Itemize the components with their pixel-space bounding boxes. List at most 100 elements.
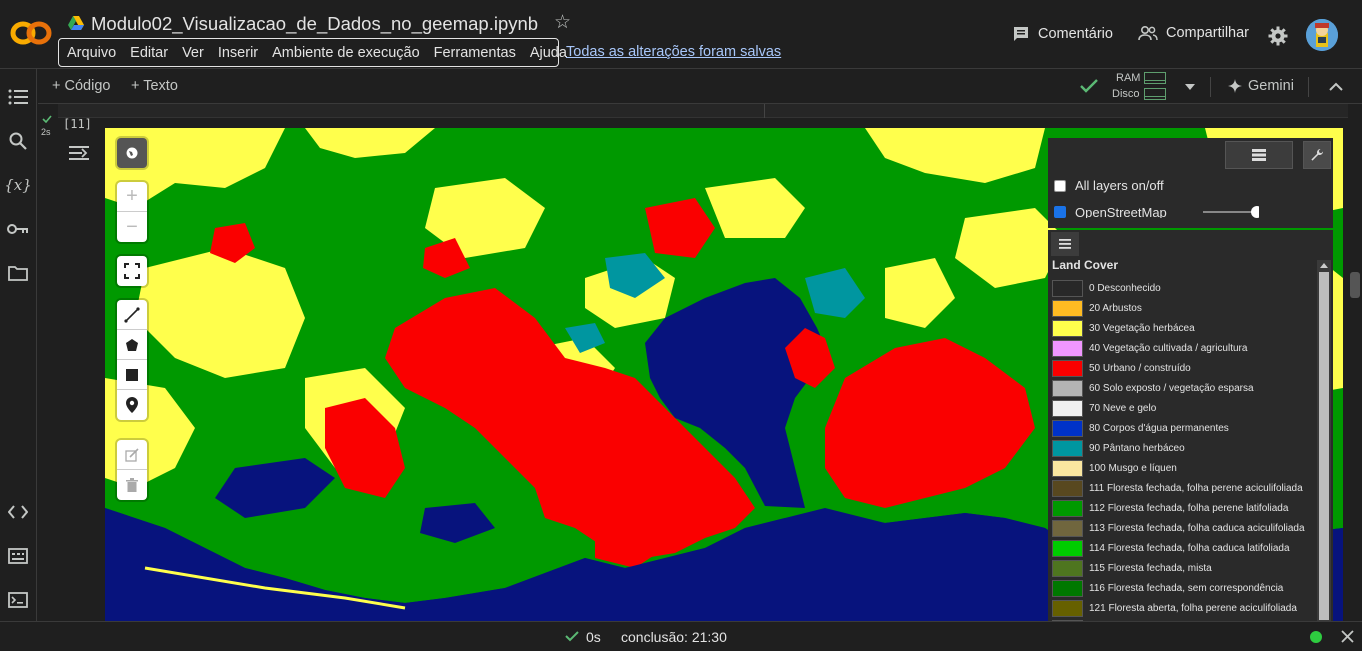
- run-success-check-icon: [42, 115, 52, 123]
- share-label: Compartilhar: [1166, 25, 1249, 41]
- menu-ajuda[interactable]: Ajuda: [530, 45, 567, 61]
- zoom-out-button[interactable]: −: [117, 212, 147, 242]
- share-button[interactable]: Compartilhar: [1138, 25, 1249, 41]
- legend-item: 116 Floresta fechada, sem correspondênci…: [1052, 578, 1322, 598]
- people-icon: [1138, 25, 1158, 41]
- terminal-icon[interactable]: [7, 589, 29, 611]
- comment-button[interactable]: Comentário: [1012, 25, 1113, 43]
- chevron-down-icon[interactable]: [1184, 83, 1196, 91]
- star-icon[interactable]: ☆: [554, 13, 571, 32]
- zoom-in-button[interactable]: +: [117, 182, 147, 212]
- toolbar-divider: [1210, 77, 1211, 97]
- menu-editar[interactable]: Editar: [130, 45, 168, 61]
- toolbar-wrench-button[interactable]: [1303, 141, 1331, 169]
- collapse-chevron-icon[interactable]: [1329, 82, 1343, 91]
- disk-usage-bar[interactable]: [1144, 88, 1166, 100]
- legend-label: 30 Vegetação herbácea: [1089, 322, 1195, 334]
- legend-swatch: [1052, 299, 1083, 317]
- left-sidebar: {x}: [0, 69, 37, 621]
- legend-item: 115 Floresta fechada, mista: [1052, 558, 1322, 578]
- legend-title: Land Cover: [1052, 258, 1119, 272]
- legend-scroll-thumb[interactable]: [1319, 272, 1329, 620]
- menu-ver[interactable]: Ver: [182, 45, 204, 61]
- legend-label: 115 Floresta fechada, mista: [1089, 562, 1212, 574]
- wrench-icon: [1311, 148, 1323, 161]
- comment-icon: [1014, 27, 1028, 41]
- legend-item: 0 Desconhecido: [1052, 278, 1322, 298]
- legend-scrollbar[interactable]: [1317, 260, 1331, 621]
- google-drive-icon: [68, 16, 84, 30]
- search-icon[interactable]: [7, 130, 29, 152]
- menu-arquivo[interactable]: Arquivo: [67, 45, 116, 61]
- legend-item: 114 Floresta fechada, folha caduca latif…: [1052, 538, 1322, 558]
- legend-menu-button[interactable]: [1051, 232, 1079, 256]
- legend-item: 30 Vegetação herbácea: [1052, 318, 1322, 338]
- legend-label: 113 Floresta fechada, folha caduca acicu…: [1089, 522, 1305, 534]
- draw-marker-button[interactable]: [117, 390, 147, 420]
- map-view[interactable]: + − All layers on/off OpenStreetMap Land…: [105, 128, 1343, 621]
- notebook-scrollbar-thumb[interactable]: [1350, 272, 1360, 298]
- layers-toggle-button[interactable]: [1225, 141, 1293, 169]
- table-of-contents-icon[interactable]: [7, 86, 29, 108]
- status-bar: 0s conclusão: 21:30: [0, 621, 1362, 651]
- add-text-button[interactable]: + Texto: [131, 78, 178, 94]
- legend-swatch: [1052, 379, 1083, 397]
- edit-layers-button[interactable]: [117, 440, 147, 470]
- legend-swatch: [1052, 499, 1083, 517]
- connection-status-dot: [1310, 631, 1322, 643]
- rectangle-icon: [126, 368, 138, 381]
- ram-label: RAM: [1116, 72, 1141, 84]
- legend-label: 60 Solo exposto / vegetação esparsa: [1089, 382, 1254, 394]
- draw-rectangle-button[interactable]: [117, 360, 147, 390]
- folder-icon[interactable]: [7, 262, 29, 284]
- command-palette-icon[interactable]: [7, 545, 29, 567]
- legend-swatch: [1052, 339, 1083, 357]
- delete-layers-button[interactable]: [117, 470, 147, 500]
- notebook-title[interactable]: Modulo02_Visualizacao_de_Dados_no_geemap…: [91, 13, 538, 35]
- layer-name: OpenStreetMap: [1075, 206, 1167, 218]
- save-status-link[interactable]: Todas as alterações foram salvas: [566, 44, 781, 60]
- fullscreen-button[interactable]: [117, 256, 147, 286]
- legend-swatch: [1052, 459, 1083, 477]
- add-code-button[interactable]: + Código: [52, 78, 110, 94]
- colab-logo[interactable]: [10, 19, 52, 47]
- globe-icon: [126, 147, 138, 159]
- variables-icon[interactable]: {x}: [4, 174, 32, 196]
- menu-icon: [1059, 239, 1071, 249]
- code-cell[interactable]: 2s [11] + − All layers on/off OpenStreet…: [38, 104, 1362, 621]
- menu-ambiente-execucao[interactable]: Ambiente de execução: [272, 45, 420, 61]
- gemini-button[interactable]: Gemini: [1228, 78, 1294, 94]
- legend-swatch: [1052, 519, 1083, 537]
- code-snippets-icon[interactable]: [7, 501, 29, 523]
- menu-inserir[interactable]: Inserir: [218, 45, 258, 61]
- trash-icon: [126, 478, 138, 492]
- draw-polygon-button[interactable]: [117, 330, 147, 360]
- basemap-toggle-button[interactable]: [117, 138, 147, 168]
- legend-label: 80 Corpos d'água permanentes: [1089, 422, 1229, 434]
- close-icon[interactable]: [1341, 630, 1354, 643]
- legend-swatch: [1052, 559, 1083, 577]
- all-layers-checkbox[interactable]: [1054, 179, 1066, 192]
- key-icon[interactable]: [7, 218, 29, 240]
- draw-toolbar: [117, 300, 147, 420]
- draw-polyline-button[interactable]: [117, 300, 147, 330]
- menu-ferramentas[interactable]: Ferramentas: [434, 45, 516, 61]
- output-actions-icon[interactable]: [68, 144, 90, 162]
- layer-opacity-slider[interactable]: [1202, 206, 1259, 218]
- ram-usage-bar[interactable]: [1144, 72, 1166, 84]
- status-check-icon: [565, 631, 579, 642]
- legend-label: 90 Pântano herbáceo: [1089, 442, 1185, 454]
- edit-icon: [125, 447, 139, 462]
- disk-label: Disco: [1112, 88, 1140, 100]
- legend-label: 20 Arbustos: [1089, 302, 1142, 314]
- layers-icon: [1252, 149, 1266, 161]
- marker-icon: [126, 397, 138, 413]
- legend-label: 70 Neve e gelo: [1089, 402, 1157, 414]
- avatar[interactable]: [1306, 19, 1338, 51]
- fullscreen-icon: [124, 263, 140, 279]
- gemini-label: Gemini: [1248, 78, 1294, 94]
- status-completion: conclusão: 21:30: [621, 629, 727, 645]
- layer-visibility-checkbox[interactable]: [1054, 206, 1066, 218]
- gear-icon[interactable]: [1268, 26, 1288, 46]
- legend-item: 100 Musgo e líquen: [1052, 458, 1322, 478]
